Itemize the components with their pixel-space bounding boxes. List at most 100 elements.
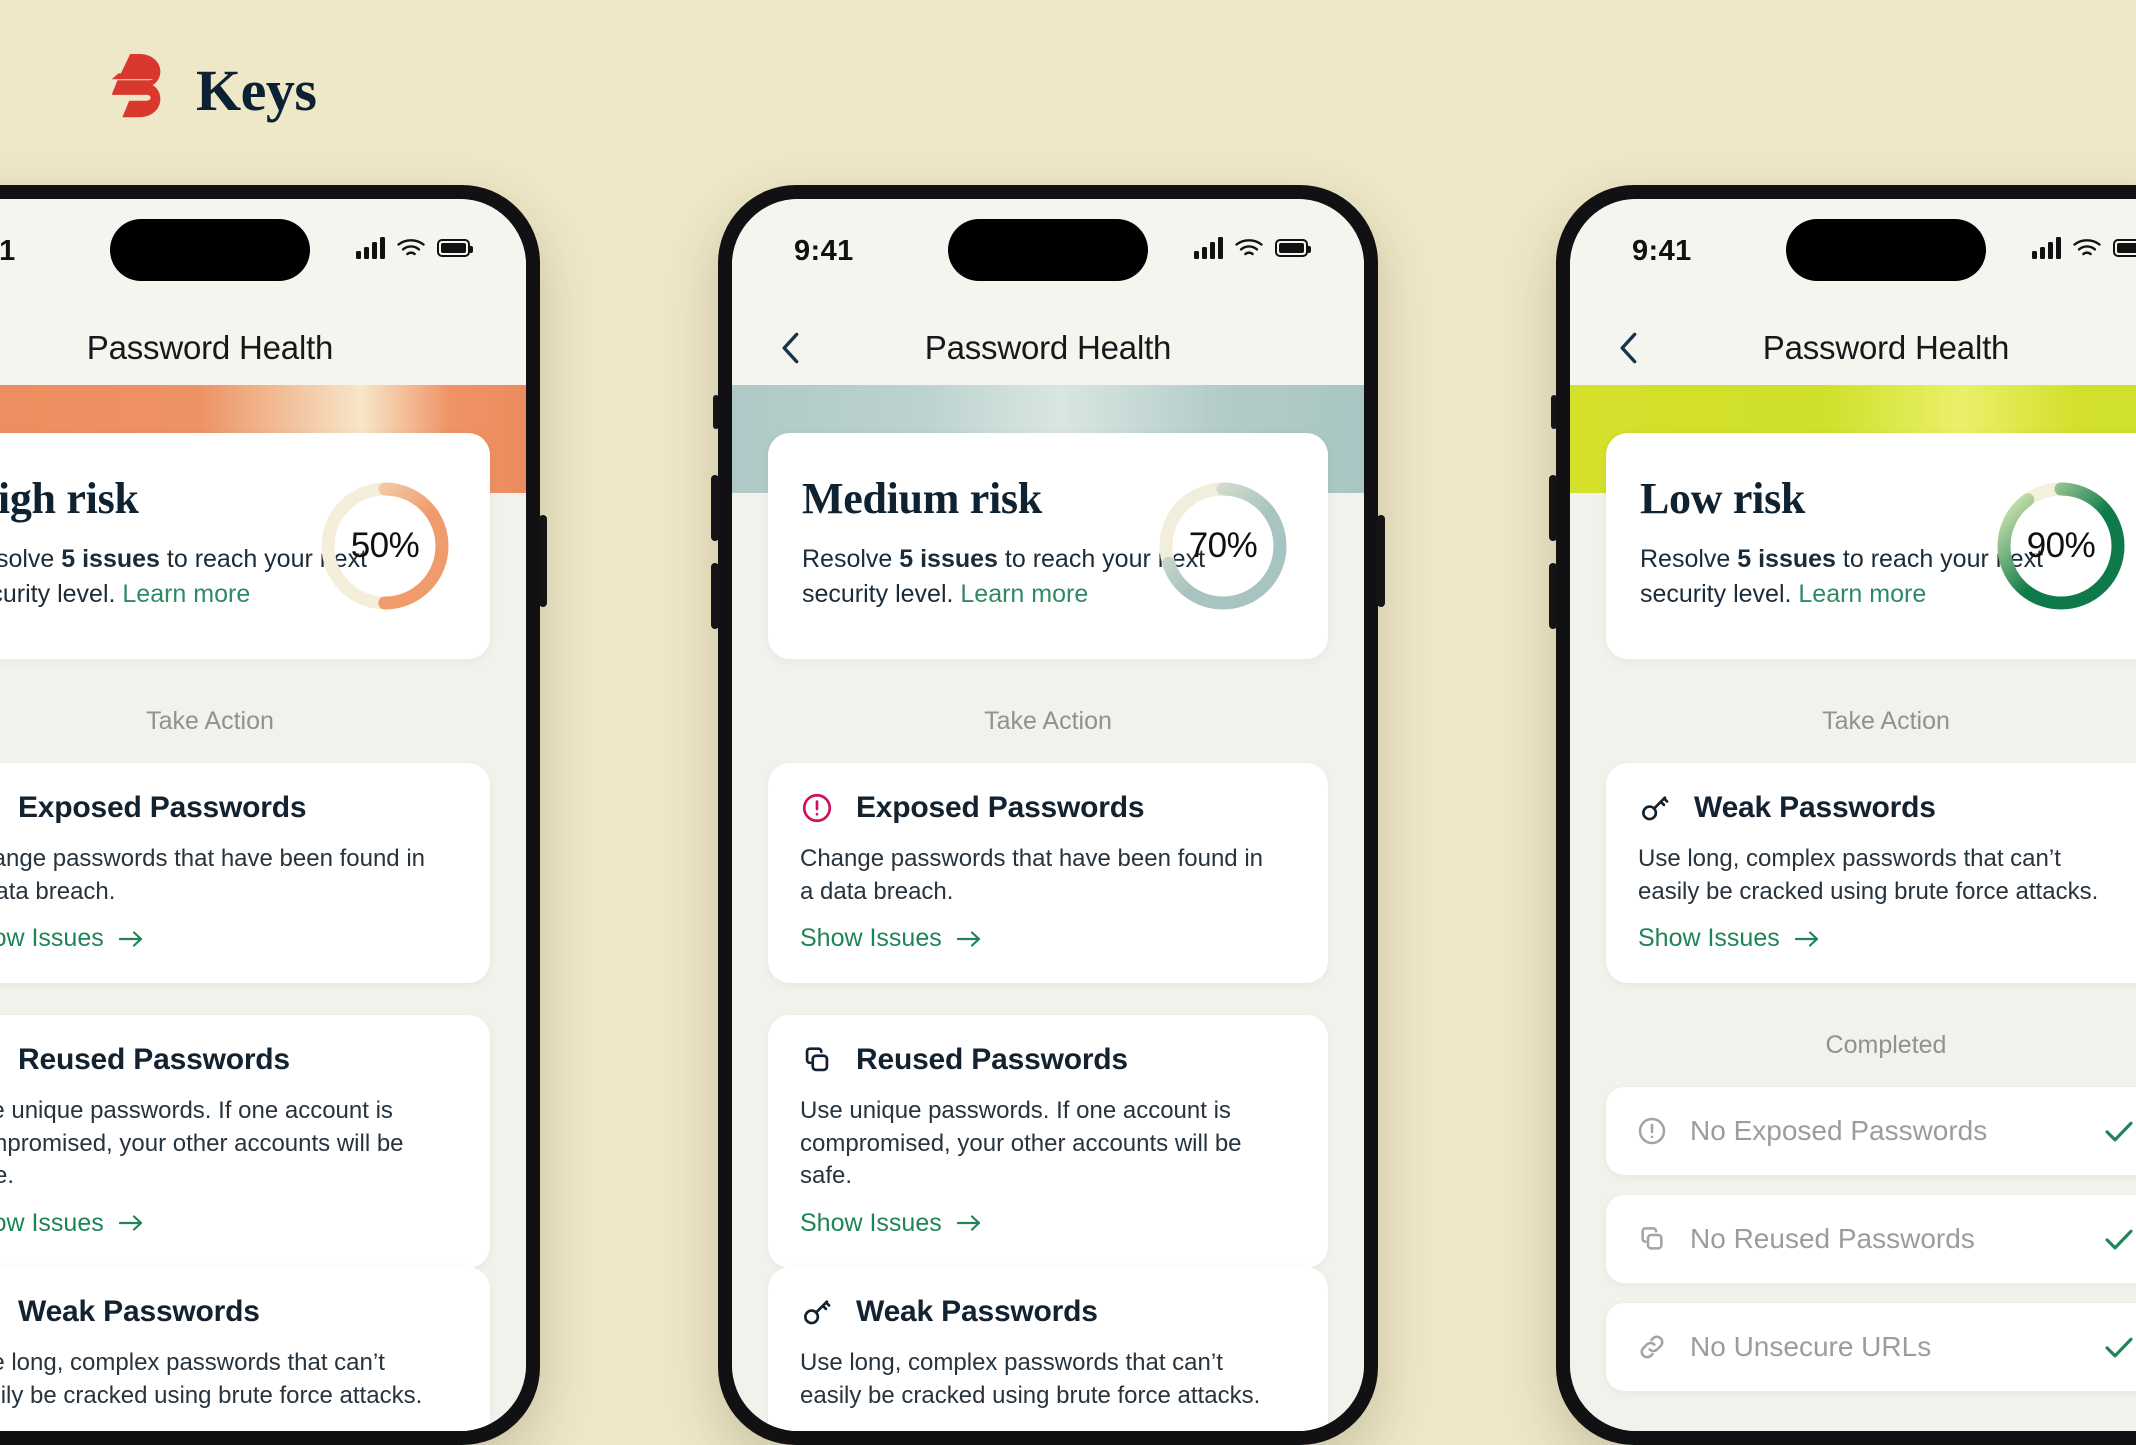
- action-card-header: Reused Passwords: [800, 1043, 1296, 1077]
- risk-percent-label: 90%: [2026, 526, 2096, 565]
- action-card-description: Use long, complex passwords that can’t e…: [800, 1349, 1261, 1409]
- risk-progress-ring: 90%: [1990, 475, 2132, 617]
- key-icon: [1638, 791, 1672, 825]
- show-issues-link[interactable]: Show Issues: [0, 1428, 144, 1431]
- show-issues-link[interactable]: Show Issues: [0, 924, 144, 953]
- section-label-take-action: Take Action: [1822, 707, 1950, 735]
- action-card-title: Exposed Passwords: [18, 791, 307, 824]
- check-icon: [2102, 1118, 2136, 1144]
- completed-row[interactable]: No Unsecure URLs: [1606, 1303, 2136, 1391]
- action-card-title: Reused Passwords: [18, 1043, 290, 1076]
- completed-label: No Reused Passwords: [1690, 1223, 1975, 1254]
- action-card-reused-passwords[interactable]: Reused Passwords Use unique passwords. I…: [0, 1015, 490, 1268]
- show-issues-link[interactable]: Show Issues: [800, 924, 982, 953]
- dynamic-island: [110, 219, 310, 281]
- phone-mockups: 9:41 Password Health High risk: [0, 185, 2136, 1445]
- link-icon: [1640, 1335, 1664, 1359]
- action-card-weak-passwords[interactable]: Weak Passwords Use long, complex passwor…: [1606, 763, 2136, 984]
- phone-medium-risk: 9:41 Password Health Medium risk Resolve…: [711, 185, 1385, 1445]
- section-label-take-action: Take Action: [146, 707, 274, 735]
- learn-more-link[interactable]: Learn more: [1798, 580, 1926, 608]
- action-card-header: Weak Passwords: [0, 1295, 458, 1329]
- copy-squares-icon: [805, 1047, 829, 1072]
- phone-screen: 9:41 Password Health Low risk Resolve 5 …: [1570, 199, 2136, 1431]
- volume-down-button[interactable]: [711, 563, 719, 629]
- dynamic-island: [948, 219, 1148, 281]
- page-title: Password Health: [86, 329, 334, 366]
- phone-low-risk: 9:41 Password Health Low risk Resolve 5 …: [1549, 185, 2136, 1445]
- check-icon: [2105, 1229, 2133, 1250]
- page-title: Password Health: [1762, 329, 2010, 366]
- action-card-description: Use long, complex passwords that can’t e…: [0, 1349, 423, 1409]
- nav-bar: Password Health: [732, 311, 1364, 385]
- show-issues-link[interactable]: Show Issues: [800, 1428, 982, 1431]
- action-card-exposed-passwords[interactable]: Exposed Passwords Change passwords that …: [0, 763, 490, 984]
- wifi-icon: [2073, 239, 2101, 256]
- risk-progress-ring: 70%: [1152, 475, 1294, 617]
- action-card-reused-passwords[interactable]: Reused Passwords Use unique passwords. I…: [768, 1015, 1328, 1268]
- risk-percent-label: 70%: [1188, 526, 1258, 565]
- status-indicators: [1194, 237, 1311, 259]
- status-clock: 9:41: [0, 235, 16, 267]
- cellular-bars-icon: [2032, 237, 2061, 259]
- status-bar: 9:41: [0, 199, 526, 311]
- status-clock: 9:41: [794, 235, 854, 267]
- nav-bar: Password Health: [1570, 311, 2136, 385]
- action-card-exposed-passwords[interactable]: Exposed Passwords Change passwords that …: [768, 763, 1328, 984]
- action-card-header: Reused Passwords: [0, 1043, 458, 1077]
- phone-screen: 9:41 Password Health High risk: [0, 199, 526, 1431]
- learn-more-link[interactable]: Learn more: [122, 580, 250, 608]
- completed-row[interactable]: No Reused Passwords: [1606, 1195, 2136, 1283]
- show-issues-link[interactable]: Show Issues: [1638, 924, 1820, 953]
- mute-switch[interactable]: [1551, 395, 1557, 429]
- action-card-header: Exposed Passwords: [0, 791, 458, 825]
- battery-icon: [1275, 239, 1311, 257]
- power-button[interactable]: [539, 515, 547, 607]
- volume-down-button[interactable]: [1549, 563, 1557, 629]
- chevron-left-icon[interactable]: [776, 331, 806, 365]
- action-card-header: Weak Passwords: [1638, 791, 2134, 825]
- arrow-right-icon: [956, 1215, 980, 1231]
- volume-up-button[interactable]: [1549, 475, 1557, 541]
- risk-progress-ring: 50%: [314, 475, 456, 617]
- action-card-header: Weak Passwords: [800, 1295, 1296, 1329]
- risk-summary-card: Medium risk Resolve 5 issues to reach yo…: [768, 433, 1328, 659]
- action-card-title: Exposed Passwords: [856, 791, 1145, 824]
- chevron-left-icon[interactable]: [1614, 331, 1644, 365]
- completed-label: No Unsecure URLs: [1690, 1331, 1932, 1362]
- cellular-bars-icon: [356, 237, 385, 259]
- key-icon: [1642, 796, 1669, 821]
- wifi-icon: [1235, 239, 1263, 256]
- key-icon: [800, 1295, 834, 1329]
- status-clock: 9:41: [1632, 235, 1692, 267]
- copy-squares-icon: [1641, 1227, 1663, 1250]
- key-icon: [804, 1300, 831, 1325]
- risk-summary-card: Low risk Resolve 5 issues to reach your …: [1606, 433, 2136, 659]
- action-card-description: Change passwords that have been found in…: [800, 845, 1263, 905]
- action-card-weak-passwords[interactable]: Weak Passwords Use long, complex passwor…: [0, 1267, 490, 1431]
- battery-icon: [2113, 239, 2136, 257]
- screen-content: Medium risk Resolve 5 issues to reach yo…: [732, 385, 1364, 1431]
- status-indicators: [356, 237, 473, 259]
- check-icon: [2105, 1337, 2133, 1358]
- action-card-description: Change passwords that have been found in…: [0, 845, 425, 905]
- action-card-description: Use unique passwords. If one account is …: [0, 1097, 404, 1190]
- power-button[interactable]: [1377, 515, 1385, 607]
- action-card-weak-passwords[interactable]: Weak Passwords Use long, complex passwor…: [768, 1267, 1328, 1431]
- volume-up-button[interactable]: [711, 475, 719, 541]
- phone-high-risk: 9:41 Password Health High risk: [0, 185, 547, 1445]
- link-icon: [1636, 1331, 1668, 1363]
- mute-switch[interactable]: [713, 395, 719, 429]
- risk-percent-label: 50%: [350, 526, 420, 565]
- alert-circle-icon: [800, 791, 834, 825]
- show-issues-link[interactable]: Show Issues: [0, 1209, 144, 1238]
- alert-circle-icon: [1636, 1115, 1668, 1147]
- alert-circle-icon: [1638, 1117, 1666, 1145]
- learn-more-link[interactable]: Learn more: [960, 580, 1088, 608]
- show-issues-link[interactable]: Show Issues: [800, 1209, 982, 1238]
- wifi-icon: [397, 239, 425, 256]
- page-title: Password Health: [924, 329, 1172, 366]
- brand-name: Keys: [196, 57, 317, 123]
- completed-row[interactable]: No Exposed Passwords: [1606, 1087, 2136, 1175]
- cellular-bars-icon: [1194, 237, 1223, 259]
